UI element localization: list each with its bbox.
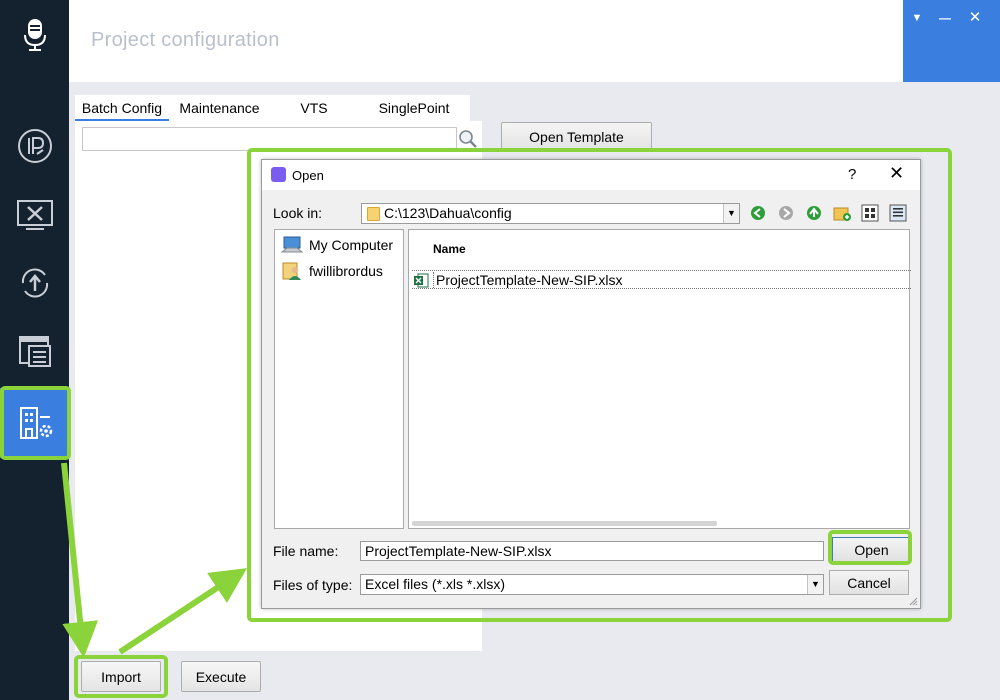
sidebar-item-project-config[interactable] <box>0 388 69 458</box>
list-view-icon[interactable] <box>861 204 879 222</box>
file-row[interactable]: ProjectTemplate-New-SIP.xlsx <box>412 270 911 289</box>
cancel-button[interactable]: Cancel <box>829 570 909 595</box>
open-template-button[interactable]: Open Template <box>501 122 652 152</box>
place-user-folder[interactable]: fwillibrordus <box>281 260 383 282</box>
file-name-label: File name: <box>273 543 339 559</box>
up-folder-icon[interactable] <box>805 204 823 222</box>
search-input[interactable] <box>82 127 457 151</box>
look-in-value: C:\123\Dahua\config <box>384 205 512 221</box>
tab-maintenance[interactable]: Maintenance <box>169 95 270 121</box>
minimize-icon[interactable]: — <box>936 9 954 27</box>
microphone-icon <box>0 0 69 70</box>
app-microphone-icon <box>271 167 286 182</box>
look-in-dropdown[interactable]: C:\123\Dahua\config ▼ <box>361 203 740 224</box>
upload-cycle-icon <box>21 268 48 298</box>
dialog-close-icon[interactable]: ✕ <box>889 163 904 184</box>
new-folder-icon[interactable] <box>833 204 851 222</box>
dropdown-menu-icon[interactable]: ▼ <box>908 9 926 27</box>
tab-batch-config[interactable]: Batch Config <box>75 95 169 121</box>
place-my-computer[interactable]: My Computer <box>281 234 393 256</box>
ip-icon <box>17 129 52 163</box>
sidebar-item-upgrade[interactable] <box>0 248 69 318</box>
back-icon[interactable] <box>749 204 767 222</box>
horizontal-scrollbar[interactable] <box>412 521 717 526</box>
chevron-down-icon[interactable]: ▼ <box>723 204 739 223</box>
tab-bar: Batch Config Maintenance VTS SinglePoint <box>75 95 470 121</box>
open-button[interactable]: Open <box>832 537 911 562</box>
file-name-input[interactable] <box>360 541 824 561</box>
close-icon[interactable]: ✕ <box>966 9 984 27</box>
resize-grip-icon[interactable] <box>908 596 918 606</box>
page-title: Project configuration <box>91 29 280 51</box>
excel-file-icon <box>414 273 429 288</box>
tab-vts[interactable]: VTS <box>270 95 358 121</box>
places-sidebar: My Computer fwillibrordus <box>274 229 404 529</box>
chevron-down-icon[interactable]: ▼ <box>807 575 823 594</box>
tab-singlepoint[interactable]: SinglePoint <box>358 95 470 121</box>
sidebar-item-logs[interactable] <box>0 316 69 386</box>
sidebar <box>0 0 69 700</box>
dialog-title: Open <box>292 168 324 183</box>
folder-icon <box>367 207 380 221</box>
dialog-titlebar: Open ? ✕ <box>262 160 920 190</box>
tools-monitor-icon <box>16 200 53 230</box>
sidebar-item-ip[interactable] <box>0 111 69 181</box>
column-header-name[interactable]: Name <box>433 242 466 256</box>
computer-icon <box>281 236 303 253</box>
search-icon[interactable] <box>458 129 478 149</box>
file-type-dropdown[interactable]: Excel files (*.xls *.xlsx) ▼ <box>360 574 824 595</box>
window-controls-bar: ▼ — ✕ <box>903 0 1000 82</box>
execute-button[interactable]: Execute <box>181 661 261 692</box>
forward-icon[interactable] <box>777 204 795 222</box>
file-type-label: Files of type: <box>273 577 353 593</box>
file-name: ProjectTemplate-New-SIP.xlsx <box>433 272 622 288</box>
file-list: Name ProjectTemplate-New-SIP.xlsx <box>408 229 911 529</box>
user-folder-icon <box>282 262 301 280</box>
sidebar-item-tools[interactable] <box>0 180 69 250</box>
header: Project configuration <box>69 0 1000 82</box>
help-icon[interactable]: ? <box>848 166 856 183</box>
file-type-value: Excel files (*.xls *.xlsx) <box>365 576 506 592</box>
import-button[interactable]: Import <box>81 661 161 692</box>
detail-view-icon[interactable] <box>889 204 907 222</box>
building-settings-icon <box>19 407 52 439</box>
document-list-icon <box>18 336 51 367</box>
open-file-dialog: Open ? ✕ Look in: C:\123\Dahua\config ▼ <box>261 159 921 609</box>
look-in-label: Look in: <box>273 205 323 221</box>
